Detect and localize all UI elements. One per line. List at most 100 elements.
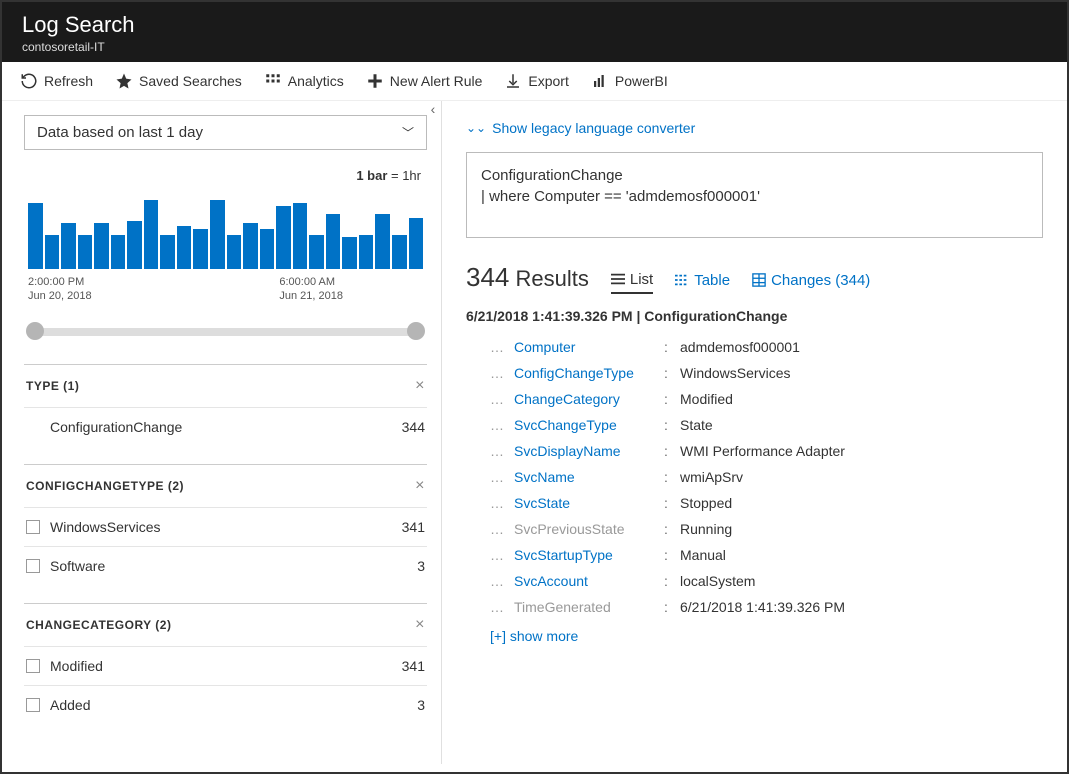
facet-configchangetype: CONFIGCHANGETYPE (2) × WindowsServices 3… bbox=[24, 464, 427, 597]
field-value: wmiApSrv bbox=[680, 469, 743, 485]
checkbox[interactable] bbox=[26, 659, 40, 673]
chart-bar[interactable] bbox=[160, 235, 175, 269]
close-icon[interactable]: × bbox=[415, 477, 425, 495]
analytics-button[interactable]: Analytics bbox=[264, 72, 344, 90]
chart-bar[interactable] bbox=[94, 223, 109, 269]
field-row: …SvcChangeType:State bbox=[466, 412, 1043, 438]
ellipsis-icon[interactable]: … bbox=[490, 547, 514, 563]
chart-bar[interactable] bbox=[45, 235, 60, 269]
chart-bar[interactable] bbox=[28, 203, 43, 269]
ellipsis-icon[interactable]: … bbox=[490, 417, 514, 433]
field-key[interactable]: SvcState bbox=[514, 495, 664, 511]
ellipsis-icon[interactable]: … bbox=[490, 495, 514, 511]
ellipsis-icon[interactable]: … bbox=[490, 599, 514, 615]
chart-bar[interactable] bbox=[243, 223, 258, 269]
chart-bar[interactable] bbox=[326, 214, 341, 269]
field-key[interactable]: SvcStartupType bbox=[514, 547, 664, 563]
field-key[interactable]: SvcName bbox=[514, 469, 664, 485]
chart-bar[interactable] bbox=[127, 221, 142, 269]
chart-bar[interactable] bbox=[359, 235, 374, 269]
field-key[interactable]: ChangeCategory bbox=[514, 391, 664, 407]
close-icon[interactable]: × bbox=[415, 377, 425, 395]
chart-bar[interactable] bbox=[193, 229, 208, 269]
checkbox[interactable] bbox=[26, 520, 40, 534]
powerbi-button[interactable]: PowerBI bbox=[591, 72, 668, 90]
ellipsis-icon[interactable]: … bbox=[490, 339, 514, 355]
field-key[interactable]: SvcChangeType bbox=[514, 417, 664, 433]
record-fields: …Computer:admdemosf000001…ConfigChangeTy… bbox=[466, 334, 1043, 620]
close-icon[interactable]: × bbox=[415, 616, 425, 634]
facet-row[interactable]: Software 3 bbox=[24, 551, 427, 581]
ellipsis-icon[interactable]: … bbox=[490, 365, 514, 381]
checkbox[interactable] bbox=[26, 698, 40, 712]
chart-bar[interactable] bbox=[293, 203, 308, 269]
axis-end: 6:00:00 AMJun 21, 2018 bbox=[279, 275, 343, 304]
chevron-down-icon: ﹀ bbox=[402, 124, 414, 141]
checkbox[interactable] bbox=[26, 559, 40, 573]
chart-bar[interactable] bbox=[309, 235, 324, 269]
field-key[interactable]: Computer bbox=[514, 339, 664, 355]
facet-row[interactable]: WindowsServices 341 bbox=[24, 512, 427, 542]
export-icon bbox=[504, 72, 522, 90]
chart-bar[interactable] bbox=[111, 235, 126, 269]
ellipsis-icon[interactable]: … bbox=[490, 391, 514, 407]
query-editor[interactable]: ConfigurationChange | where Computer == … bbox=[466, 152, 1043, 238]
chart-bar[interactable] bbox=[177, 226, 192, 269]
export-button[interactable]: Export bbox=[504, 72, 568, 90]
facet-title: CONFIGCHANGETYPE (2) bbox=[26, 479, 184, 493]
content-area: ‹ Data based on last 1 day ﹀ 1 bar = 1hr… bbox=[2, 101, 1067, 764]
tab-changes[interactable]: Changes (344) bbox=[752, 271, 870, 294]
plus-icon bbox=[366, 72, 384, 90]
ellipsis-icon[interactable]: … bbox=[490, 469, 514, 485]
chart-bar[interactable] bbox=[61, 223, 76, 269]
header-bar: Log Search contosoretail-IT bbox=[2, 2, 1067, 62]
analytics-icon bbox=[264, 72, 282, 90]
field-key: SvcPreviousState bbox=[514, 521, 664, 537]
saved-searches-button[interactable]: Saved Searches bbox=[115, 72, 242, 90]
time-slider[interactable] bbox=[30, 328, 421, 336]
histogram-chart[interactable] bbox=[24, 189, 427, 269]
new-alert-rule-button[interactable]: New Alert Rule bbox=[366, 72, 483, 90]
legacy-converter-link[interactable]: ⌄⌄ Show legacy language converter bbox=[466, 120, 695, 136]
time-range-dropdown[interactable]: Data based on last 1 day ﹀ bbox=[24, 115, 427, 150]
facet-row[interactable]: Added 3 bbox=[24, 690, 427, 720]
chart-bar[interactable] bbox=[342, 237, 357, 269]
field-value: admdemosf000001 bbox=[680, 339, 800, 355]
chart-bar[interactable] bbox=[392, 235, 407, 269]
chart-bar[interactable] bbox=[210, 200, 225, 269]
chart-bar[interactable] bbox=[78, 235, 93, 269]
facet-title: TYPE (1) bbox=[26, 379, 79, 393]
ellipsis-icon[interactable]: … bbox=[490, 521, 514, 537]
chart-bar[interactable] bbox=[375, 214, 390, 269]
slider-handle-start[interactable] bbox=[26, 322, 44, 340]
star-icon bbox=[115, 72, 133, 90]
field-key[interactable]: SvcAccount bbox=[514, 573, 664, 589]
show-more-link[interactable]: [+] show more bbox=[466, 620, 1043, 644]
refresh-button[interactable]: Refresh bbox=[20, 72, 93, 90]
facet-row[interactable]: ConfigurationChange 344 bbox=[24, 412, 427, 442]
facet-title: CHANGECATEGORY (2) bbox=[26, 618, 171, 632]
slider-handle-end[interactable] bbox=[407, 322, 425, 340]
refresh-icon bbox=[20, 72, 38, 90]
view-tabs: List Table Changes (344) bbox=[611, 271, 870, 294]
ellipsis-icon[interactable]: … bbox=[490, 573, 514, 589]
tab-list[interactable]: List bbox=[611, 271, 653, 294]
chart-bar[interactable] bbox=[227, 235, 242, 269]
field-row: …Computer:admdemosf000001 bbox=[466, 334, 1043, 360]
toolbar: Refresh Saved Searches Analytics New Ale… bbox=[2, 62, 1067, 101]
collapse-left-icon[interactable]: ‹ bbox=[425, 101, 441, 117]
results-count: 344 Results bbox=[466, 262, 589, 293]
chart-bar[interactable] bbox=[144, 200, 159, 269]
field-row: …SvcState:Stopped bbox=[466, 490, 1043, 516]
field-value: WMI Performance Adapter bbox=[680, 443, 845, 459]
tab-table[interactable]: Table bbox=[675, 271, 730, 294]
field-key[interactable]: ConfigChangeType bbox=[514, 365, 664, 381]
ellipsis-icon[interactable]: … bbox=[490, 443, 514, 459]
field-key[interactable]: SvcDisplayName bbox=[514, 443, 664, 459]
chart-bar[interactable] bbox=[276, 206, 291, 269]
chart-bar[interactable] bbox=[260, 229, 275, 269]
chart-bar[interactable] bbox=[409, 218, 424, 269]
field-value: Manual bbox=[680, 547, 726, 563]
axis-start: 2:00:00 PMJun 20, 2018 bbox=[28, 275, 92, 304]
facet-row[interactable]: Modified 341 bbox=[24, 651, 427, 681]
